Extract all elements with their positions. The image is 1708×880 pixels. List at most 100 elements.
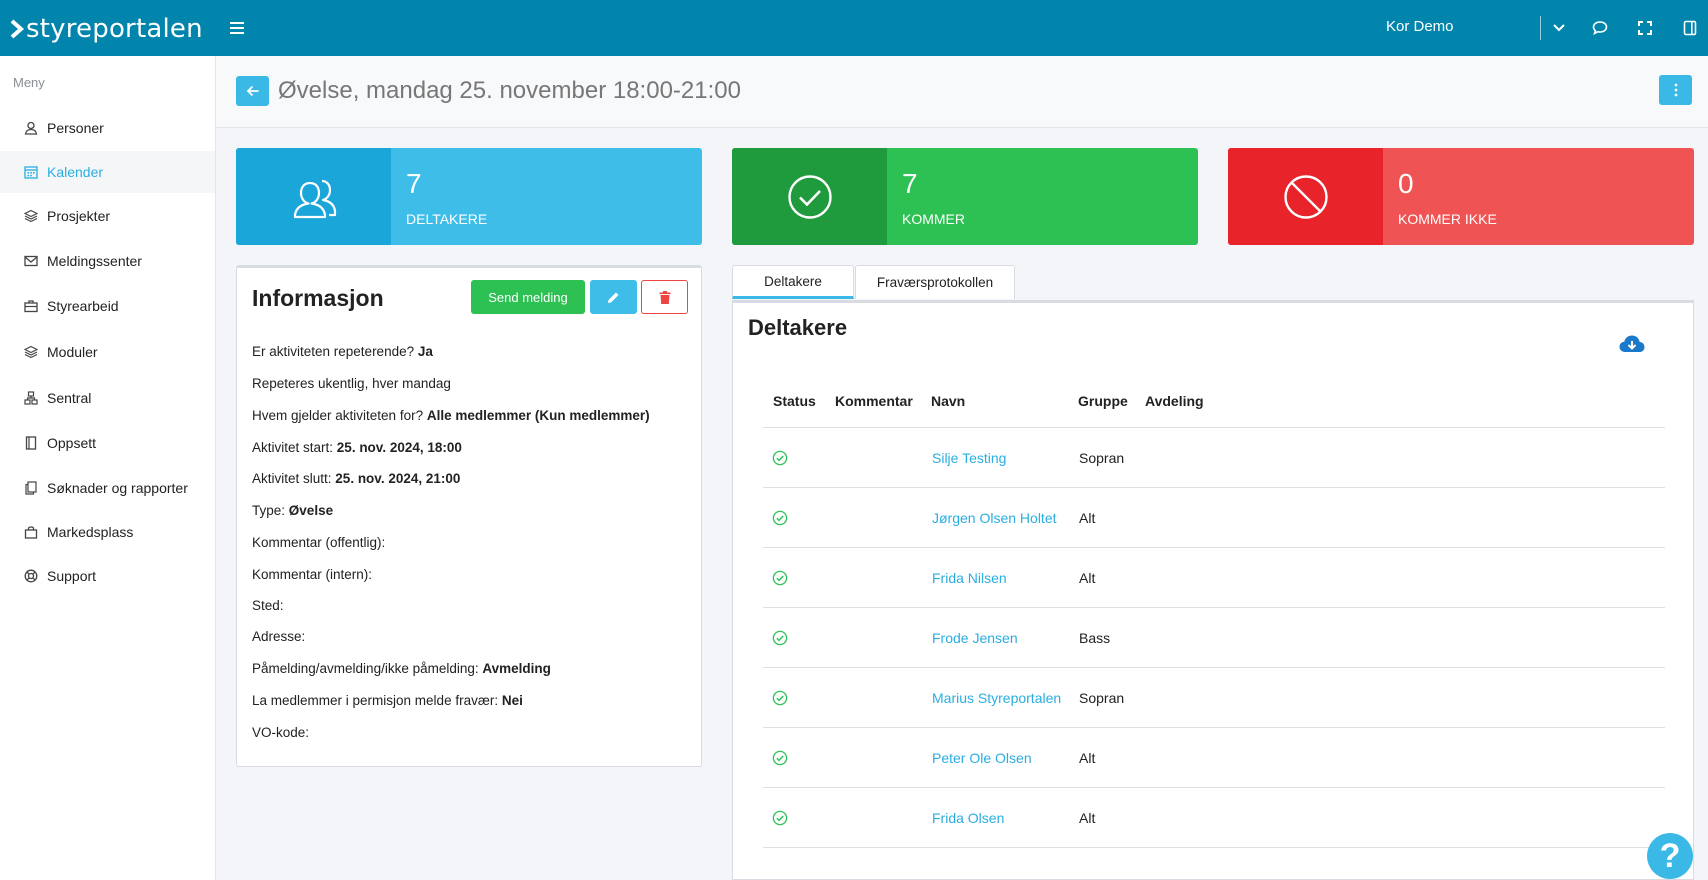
info-line: Adresse:: [252, 629, 306, 644]
sidebar-item-styrearbeid[interactable]: Styrearbeid: [0, 285, 215, 327]
participant-group: Alt: [1079, 750, 1096, 766]
stat-icon-box: [1228, 148, 1383, 245]
sidebar-item-label: Sentral: [47, 390, 92, 406]
participant-group: Bass: [1079, 630, 1111, 646]
brand-name: styreportalen: [26, 14, 203, 44]
top-bar: styreportalen Kor Demo: [0, 0, 1708, 56]
info-title: Informasjon: [252, 285, 384, 311]
info-line: Kommentar (intern):: [252, 567, 373, 582]
info-line: VO-kode:: [252, 725, 310, 740]
sidebar-item-meldingssenter[interactable]: Meldingssenter: [0, 240, 215, 282]
back-button[interactable]: [236, 76, 269, 106]
participant-name-link[interactable]: Peter Ole Olsen: [932, 750, 1032, 766]
edit-button[interactable]: [590, 280, 637, 314]
info-line: Sted:: [252, 598, 284, 613]
sidebar-item-soknader-og-rapporter[interactable]: Søknader og rapporter: [0, 467, 215, 509]
mail-icon: [24, 254, 38, 268]
sidebar-item-label: Moduler: [47, 344, 98, 360]
page-header: Øvelse, mandag 25. november 18:00-21:00: [216, 56, 1708, 128]
org-name[interactable]: Kor Demo: [1386, 18, 1454, 35]
pencil-icon: [608, 292, 619, 303]
chevron-down-icon[interactable]: [1548, 17, 1570, 39]
participant-name-link[interactable]: Marius Styreportalen: [932, 690, 1061, 706]
sidebar-panel-icon[interactable]: [1679, 17, 1701, 39]
check-circle-icon: [772, 630, 788, 646]
more-options-button[interactable]: [1659, 75, 1692, 105]
chat-bubble-icon[interactable]: [1589, 17, 1611, 39]
info-line: La medlemmer i permisjon melde fravær: N…: [252, 693, 523, 708]
brand-logo[interactable]: styreportalen: [10, 14, 203, 44]
tab-fravaersprotokollen[interactable]: Fraværsprotokollen: [855, 265, 1015, 299]
sidebar-item-label: Support: [47, 568, 97, 584]
info-line: Aktivitet start: 25. nov. 2024, 18:00: [252, 440, 462, 455]
page-title: Øvelse, mandag 25. november 18:00-21:00: [278, 77, 741, 104]
layers-icon: [24, 345, 38, 359]
kebab-icon: [1674, 83, 1677, 97]
topbar-divider: [1540, 16, 1541, 40]
participant-name-link[interactable]: Silje Testing: [932, 450, 1006, 466]
info-line: Aktivitet slutt: 25. nov. 2024, 21:00: [252, 471, 461, 486]
sidebar-item-label: Oppsett: [47, 435, 97, 451]
stat-value: 7: [406, 168, 422, 199]
column-header-gruppe[interactable]: Gruppe: [1078, 393, 1128, 409]
column-header-status[interactable]: Status: [773, 393, 816, 409]
shopping-bag-icon: [24, 525, 38, 539]
sidebar-item-personer[interactable]: Personer: [0, 107, 215, 149]
column-header-avdeling[interactable]: Avdeling: [1145, 393, 1204, 409]
menu-title: Meny: [13, 75, 45, 90]
fullscreen-icon[interactable]: [1634, 17, 1656, 39]
tab-deltakere[interactable]: Deltakere: [732, 265, 854, 299]
table-row: Silje Testing Sopran: [763, 428, 1665, 488]
menu-icon[interactable]: [228, 18, 246, 38]
participant-name-link[interactable]: Frode Jensen: [932, 630, 1018, 646]
sidebar-item-kalender[interactable]: Kalender: [0, 151, 215, 193]
help-button[interactable]: ?: [1647, 833, 1693, 879]
info-line: Type: Øvelse: [252, 503, 334, 518]
sidebar-item-label: Markedsplass: [47, 524, 134, 540]
delete-button[interactable]: [641, 280, 688, 314]
participant-group: Sopran: [1079, 690, 1125, 706]
arrow-left-icon: [246, 85, 258, 97]
layers-icon: [24, 209, 38, 223]
info-line: Repeteres ukentlig, hver mandag: [252, 376, 451, 391]
sidebar-item-label: Styrearbeid: [47, 298, 119, 314]
calendar-icon: [24, 165, 38, 179]
participant-group: Alt: [1079, 510, 1096, 526]
info-line: Påmelding/avmelding/ikke påmelding: Avme…: [252, 661, 551, 676]
sitemap-icon: [24, 391, 38, 405]
sidebar-item-prosjekter[interactable]: Prosjekter: [0, 195, 215, 237]
sidebar-item-support[interactable]: Support: [0, 555, 215, 597]
check-circle-icon: [772, 750, 788, 766]
sidebar-item-label: Prosjekter: [47, 208, 111, 224]
sidebar-item-moduler[interactable]: Moduler: [0, 331, 215, 373]
stat-card-deltakere: 7 DELTAKERE: [236, 148, 702, 245]
check-circle-icon: [772, 570, 788, 586]
column-header-kommentar[interactable]: Kommentar: [835, 393, 913, 409]
sidebar-item-markedsplass[interactable]: Markedsplass: [0, 511, 215, 553]
participant-name-link[interactable]: Frida Olsen: [932, 810, 1004, 826]
participant-name-link[interactable]: Jørgen Olsen Holtet: [932, 510, 1057, 526]
info-line: Hvem gjelder aktiviteten for? Alle medle…: [252, 408, 650, 423]
column-header-navn[interactable]: Navn: [931, 393, 965, 409]
lifebuoy-icon: [24, 569, 38, 583]
stat-value: 7: [902, 168, 918, 199]
participant-name-link[interactable]: Frida Nilsen: [932, 570, 1007, 586]
table-row: Marius Styreportalen Sopran: [763, 668, 1665, 728]
send-message-button[interactable]: Send melding: [471, 280, 585, 314]
sidebar-item-label: Meldingssenter: [47, 253, 142, 269]
stat-icon-box: [236, 148, 391, 245]
stat-label: KOMMER: [902, 211, 965, 227]
check-circle-icon: [787, 174, 832, 219]
sidebar-item-sentral[interactable]: Sentral: [0, 377, 215, 419]
book-icon: [24, 436, 38, 450]
check-circle-icon: [772, 690, 788, 706]
info-line: Kommentar (offentlig):: [252, 535, 386, 550]
sidebar-item-oppsett[interactable]: Oppsett: [0, 422, 215, 464]
sidebar-item-label: Personer: [47, 120, 104, 136]
sidebar-item-label: Kalender: [47, 164, 104, 180]
stat-card-kommer-ikke: 0 KOMMER IKKE: [1228, 148, 1694, 245]
participant-group: Sopran: [1079, 450, 1125, 466]
cloud-download-icon[interactable]: [1618, 333, 1646, 357]
table-row: Jørgen Olsen Holtet Alt: [763, 488, 1665, 548]
participant-group: Alt: [1079, 570, 1096, 586]
